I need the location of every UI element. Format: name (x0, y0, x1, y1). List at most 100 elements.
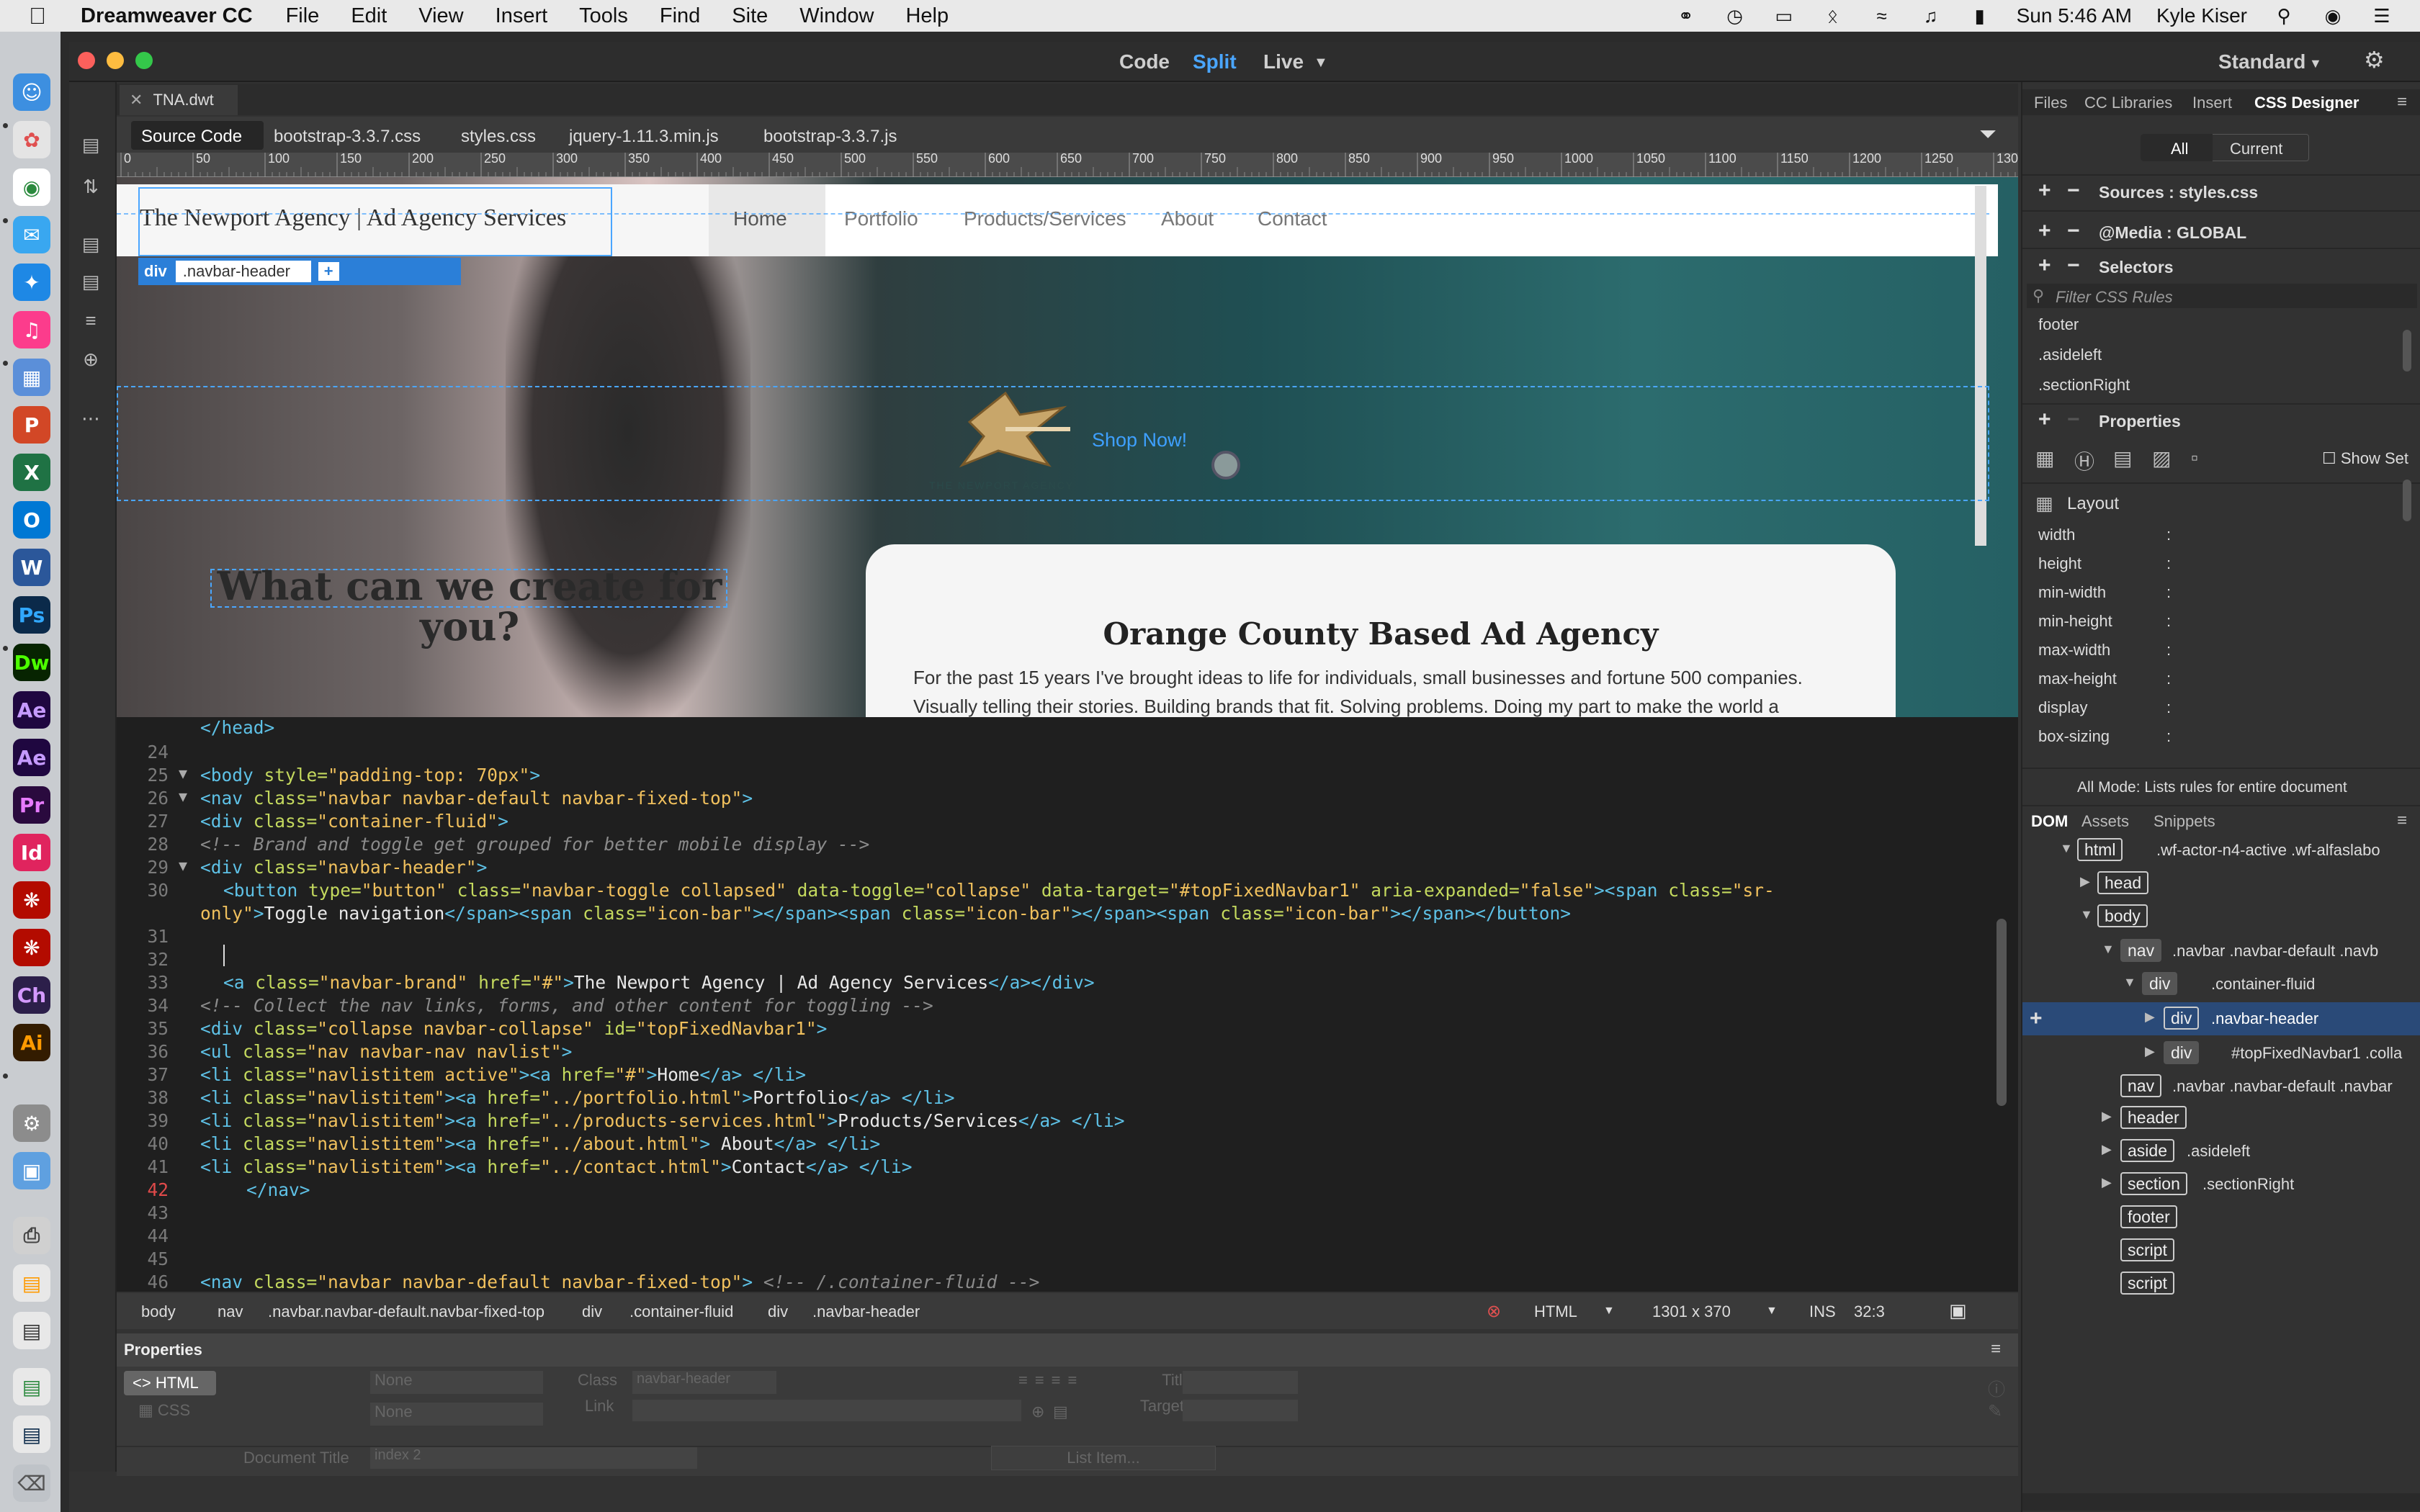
workspace-switcher[interactable]: Standard (2218, 50, 2305, 73)
fold-29-icon[interactable]: ▼ (179, 857, 187, 874)
time-machine-icon[interactable]: ◷ (1723, 5, 1747, 27)
properties-header[interactable]: Properties (2099, 412, 2181, 431)
layout-category-icon[interactable]: ▦ (2035, 446, 2054, 470)
all-toggle[interactable]: All (2171, 140, 2188, 158)
insert-tab[interactable]: Insert (2192, 94, 2232, 112)
remove-media-icon[interactable]: − (2067, 219, 2080, 243)
dom-node-div-container[interactable]: div (2142, 972, 2178, 995)
photos-icon[interactable]: ✿ (13, 121, 50, 158)
border-category-icon[interactable]: ▤ (2113, 446, 2132, 470)
expand-collapse-div-icon[interactable]: ▶ (2145, 1044, 2155, 1059)
chrome-doc-icon[interactable]: ▤ (13, 1368, 50, 1405)
file-management-icon[interactable]: ⇅ (79, 176, 102, 199)
document-icon[interactable]: ▤ (13, 1312, 50, 1349)
css-property-name[interactable]: display (2038, 698, 2087, 717)
acrobat-icon[interactable]: ❋ (13, 881, 50, 919)
dom-tab[interactable]: DOM (2031, 812, 2068, 831)
outlook-icon[interactable]: O (13, 501, 50, 539)
menu-edit[interactable]: Edit (351, 4, 387, 28)
nav-about[interactable]: About (1161, 207, 1214, 230)
menu-tools[interactable]: Tools (579, 4, 628, 28)
files-tab[interactable]: Files (2034, 94, 2067, 112)
shop-now-link[interactable]: Shop Now! (1092, 429, 1187, 451)
remove-selector-icon[interactable]: − (2067, 253, 2080, 278)
nav-products-services[interactable]: Products/Services (964, 207, 1126, 230)
snippets-tab[interactable]: Snippets (2154, 812, 2215, 831)
expand-container-icon[interactable]: ▼ (2123, 975, 2136, 990)
css-property-value[interactable]: : (2166, 612, 2171, 631)
html-properties-tab[interactable]: <> HTML (124, 1371, 216, 1395)
help-icon[interactable]: ⓘ (1988, 1375, 2005, 1400)
notification-center-icon[interactable]: ☰ (2370, 5, 2394, 27)
ai-file-icon[interactable]: ▤ (13, 1264, 50, 1302)
dom-node-head[interactable]: head (2097, 871, 2149, 894)
selector-sectionright[interactable]: .sectionRight (2038, 376, 2130, 395)
settings-gear-icon[interactable]: ⚙ (2364, 46, 2385, 73)
word-icon[interactable]: W (13, 549, 50, 586)
remove-source-icon[interactable]: − (2067, 179, 2080, 203)
selector-footer[interactable]: footer (2038, 315, 2079, 334)
nav-portfolio[interactable]: Portfolio (844, 207, 918, 230)
css-property-value[interactable]: : (2166, 554, 2171, 573)
dom-node-nav-2[interactable]: nav (2120, 1074, 2162, 1097)
list-item-button[interactable]: List Item... (991, 1446, 1216, 1470)
airplay-icon[interactable]: ▭ (1772, 5, 1796, 27)
panel-menu-icon[interactable]: ≡ (2397, 92, 2407, 112)
expand-section-icon[interactable]: ▶ (2102, 1175, 2112, 1190)
live-dropdown-icon[interactable]: ▼ (1314, 55, 1328, 71)
nav-home[interactable]: Home (733, 207, 787, 230)
menu-file[interactable]: File (286, 4, 320, 28)
messages-icon[interactable]: ✉ (13, 216, 50, 253)
inspect-icon[interactable]: ▤ (79, 271, 102, 294)
expand-body-icon[interactable]: ▼ (2080, 907, 2093, 922)
trash-icon[interactable]: ⌫ (13, 1464, 50, 1502)
live-view[interactable]: The Newport Agency | Ad Agency Services … (117, 177, 2018, 717)
code-view-button[interactable]: Code (1119, 50, 1170, 73)
add-property-icon[interactable]: + (2038, 408, 2051, 432)
class-select[interactable]: navbar-header (632, 1371, 776, 1394)
dom-menu-icon[interactable]: ≡ (2397, 811, 2407, 831)
dreamweaver-icon[interactable]: Dw (13, 644, 50, 681)
doc-type-select[interactable]: HTML (1534, 1302, 1577, 1321)
image-capture-icon[interactable]: ▣ (13, 1152, 50, 1189)
css-property-name[interactable]: min-width (2038, 583, 2106, 602)
add-media-icon[interactable]: + (2038, 219, 2051, 243)
related-file-styles-css[interactable]: styles.css (461, 127, 536, 147)
after-effects-icon[interactable]: Ae (13, 691, 50, 729)
menu-help[interactable]: Help (905, 4, 949, 28)
related-file-bootstrap-css[interactable]: bootstrap-3.3.7.css (274, 127, 421, 147)
css-property-name[interactable]: max-height (2038, 670, 2117, 688)
menu-window[interactable]: Window (799, 4, 874, 28)
media-header[interactable]: @Media : GLOBAL (2099, 223, 2246, 243)
target-icon[interactable]: ⊕ (79, 348, 102, 372)
css-property-name[interactable]: max-width (2038, 641, 2110, 660)
dom-node-div-navbar-header[interactable]: div (2164, 1007, 2200, 1030)
tag-selector-nav[interactable]: nav (218, 1302, 243, 1321)
dom-node-footer[interactable]: footer (2120, 1205, 2177, 1228)
css-property-name[interactable]: width (2038, 526, 2075, 544)
expand-html-icon[interactable]: ▼ (2060, 841, 2073, 856)
chrome-icon[interactable]: ◉ (13, 168, 50, 206)
app-menu[interactable]: Dreamweaver CC (81, 4, 253, 28)
target-select[interactable] (1183, 1400, 1298, 1421)
after-effects-2-icon[interactable]: Ae (13, 739, 50, 776)
minimize-window-button[interactable] (107, 52, 124, 69)
pelican-logo[interactable] (941, 386, 1082, 494)
creative-cloud-icon[interactable]: ⚭ (1674, 5, 1698, 27)
element-hud-class[interactable]: .navbar-header (175, 261, 311, 282)
id-select[interactable]: None (370, 1403, 543, 1426)
excel-icon[interactable]: X (13, 454, 50, 491)
expand-navbar-header-icon[interactable]: ▶ (2145, 1009, 2155, 1025)
preview-icon[interactable]: ▦ (13, 359, 50, 396)
add-element-icon[interactable]: + (2030, 1007, 2043, 1031)
indesign-icon[interactable]: Id (13, 834, 50, 871)
cc-libraries-tab[interactable]: CC Libraries (2084, 94, 2172, 112)
apple-icon[interactable]:  (29, 3, 55, 30)
tag-selector-nav-class[interactable]: .navbar.navbar-default.navbar-fixed-top (268, 1302, 544, 1321)
css-property-name[interactable]: height (2038, 554, 2081, 573)
text-category-icon[interactable]: Ⓗ (2074, 446, 2094, 475)
spotlight-search-icon[interactable]: ⚲ (2272, 5, 2296, 27)
add-selector-icon[interactable]: + (2038, 253, 2051, 278)
properties-menu-icon[interactable]: ≡ (1991, 1339, 2001, 1359)
menu-view[interactable]: View (418, 4, 463, 28)
